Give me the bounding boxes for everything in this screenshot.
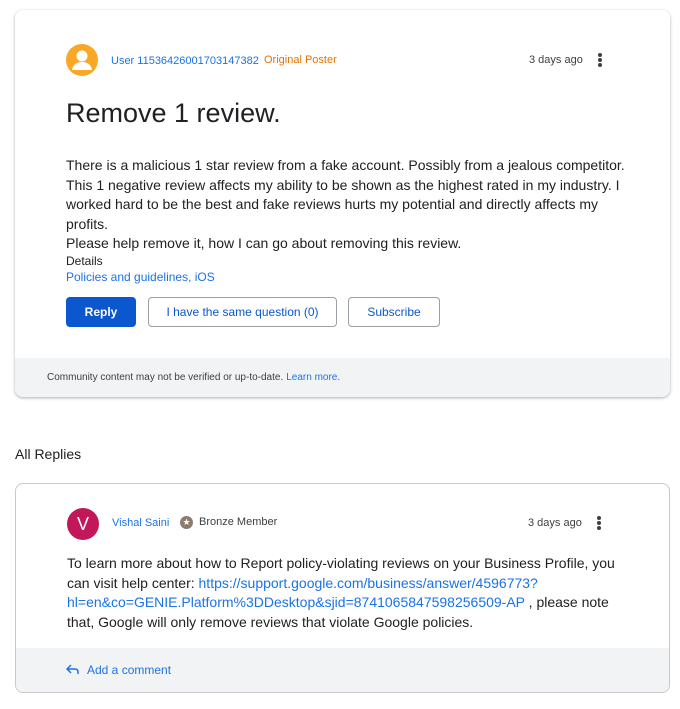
author-name[interactable]: User 11536426001703147382 (111, 55, 259, 67)
star-badge-icon: ★ (180, 516, 193, 529)
reply-body: To learn more about how to Report policy… (67, 554, 627, 632)
add-comment-bar: Add a comment (16, 648, 669, 692)
learn-more-link[interactable]: Learn more. (286, 372, 340, 383)
add-comment-link[interactable]: Add a comment (87, 663, 171, 677)
reply-author-name[interactable]: Vishal Saini (112, 517, 169, 529)
question-body: There is a malicious 1 star review from … (66, 157, 625, 251)
user-avatar-icon[interactable] (66, 44, 98, 76)
reply-button[interactable]: Reply (66, 297, 136, 327)
original-poster-badge: Original Poster (264, 54, 337, 66)
question-title: Remove 1 review. (66, 98, 281, 128)
reply-avatar[interactable]: V (67, 508, 99, 540)
question-card: User 11536426001703147382 Original Poste… (15, 10, 670, 397)
more-vert-icon[interactable] (593, 514, 605, 532)
details-categories[interactable]: Policies and guidelines, iOS (66, 270, 215, 284)
reply-card: V Vishal Saini ★ Bronze Member 3 days ag… (15, 483, 670, 693)
community-disclaimer: Community content may not be verified or… (15, 358, 670, 397)
details-label: Details (66, 254, 103, 268)
reply-arrow-icon[interactable] (65, 663, 79, 678)
post-time: 3 days ago (529, 54, 583, 66)
disclaimer-text: Community content may not be verified or… (47, 372, 284, 383)
more-vert-icon[interactable] (594, 51, 606, 69)
subscribe-button[interactable]: Subscribe (348, 297, 440, 327)
reply-time: 3 days ago (528, 517, 582, 529)
all-replies-heading: All Replies (15, 446, 82, 462)
member-level: Bronze Member (199, 516, 278, 528)
same-question-button[interactable]: I have the same question (0) (148, 297, 337, 327)
